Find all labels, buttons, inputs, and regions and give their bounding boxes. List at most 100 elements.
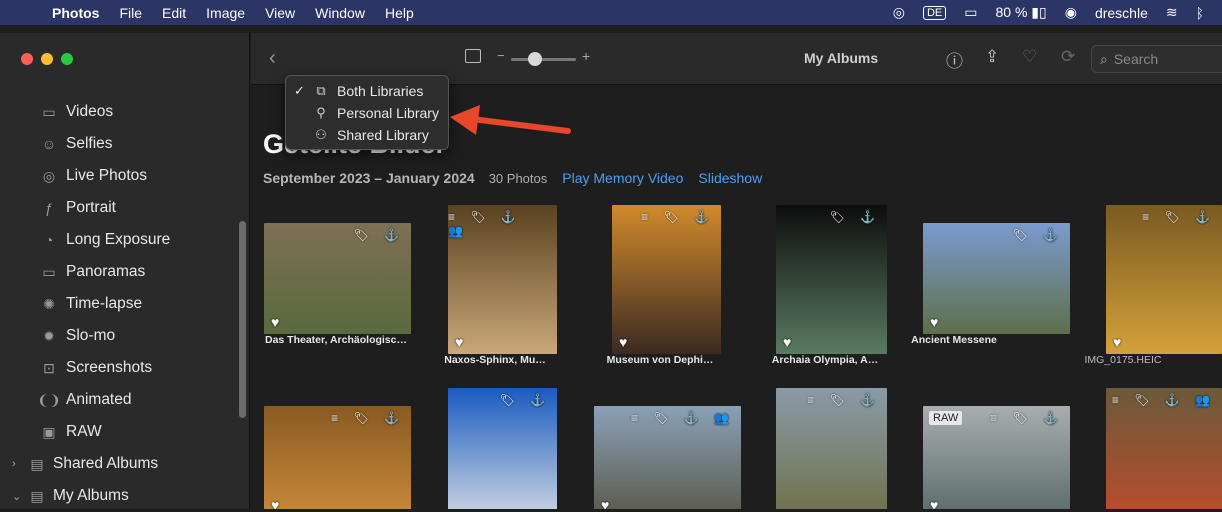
photo-count: 30 Photos xyxy=(488,171,548,186)
raw-icon: ▣ xyxy=(42,423,56,440)
crop-fit-icon[interactable] xyxy=(465,49,481,63)
play-memory-video-link[interactable]: Play Memory Video xyxy=(562,170,683,186)
user-name[interactable]: dreschle xyxy=(1095,5,1148,21)
animated-icon: ❨❩ xyxy=(37,391,61,408)
sidebar: ▭ Videos ☺ Selfies ◎ Live Photos ƒ Portrait … xyxy=(0,33,250,509)
battery-status[interactable]: 80 % ▮▯ xyxy=(995,4,1046,21)
sidebar-item-label: Slo-mo xyxy=(66,327,116,344)
annotation-arrow xyxy=(450,105,571,135)
sidebar-item-selfies[interactable]: ☺ Selfies xyxy=(0,128,240,160)
sidebar-item-videos[interactable]: ▭ Videos xyxy=(0,96,240,128)
sidebar-item-time-lapse[interactable]: ✺ Time-lapse xyxy=(0,288,240,320)
sidebar-item-label: Long Exposure xyxy=(66,231,171,248)
sidebar-item-raw[interactable]: ▣ RAW xyxy=(0,416,240,448)
live-photo-icon: ◎ xyxy=(42,167,56,184)
favorite-heart-icon[interactable]: ♥ xyxy=(783,334,791,350)
rotate-icon[interactable]: ⟳ xyxy=(1061,47,1075,67)
sidebar-item-label: Selfies xyxy=(66,135,113,152)
input-source-indicator[interactable]: DE xyxy=(922,5,947,20)
menu-item-both-libraries[interactable]: ✓ ⧉ Both Libraries xyxy=(286,80,448,102)
slideshow-link[interactable]: Slideshow xyxy=(698,170,762,186)
info-icon[interactable]: ⓘ xyxy=(946,47,963,72)
zoom-in-icon[interactable]: + xyxy=(582,48,590,64)
zoom-slider-track[interactable] xyxy=(511,58,576,61)
favorite-heart-icon[interactable]: ♥ xyxy=(271,497,279,509)
share-icon[interactable]: ⇪ xyxy=(985,47,999,67)
menu-window[interactable]: Window xyxy=(315,5,365,21)
album-subheader: September 2023 – January 2024 30 Photos … xyxy=(263,170,762,186)
photo-badges-icon: 🏷 ⚓ xyxy=(1012,228,1064,242)
date-range: September 2023 – January 2024 xyxy=(263,170,475,186)
panorama-icon: ▭ xyxy=(42,263,56,280)
zoom-button[interactable] xyxy=(61,53,73,65)
minimize-button[interactable] xyxy=(41,53,53,65)
photo-caption: Naxos-Sphinx, Mu… xyxy=(444,354,546,366)
search-field[interactable]: ⌕ Search xyxy=(1091,45,1222,73)
chevron-down-icon[interactable]: ⌄ xyxy=(12,490,21,503)
favorite-heart-icon[interactable]: ♥ xyxy=(601,497,609,509)
photo-thumbnail[interactable]: ≡ 🏷 ⚓ ♥ RAW xyxy=(923,406,1070,509)
bluetooth-icon[interactable]: ᛒ xyxy=(1196,5,1204,21)
airdrop-icon[interactable]: ◉ xyxy=(1065,4,1077,21)
photo-thumbnail[interactable]: 🏷 ⚓♥ xyxy=(264,223,411,334)
favorite-heart-icon[interactable]: ♥ xyxy=(1113,334,1121,350)
menu-item-personal-library[interactable]: ⚲ Personal Library xyxy=(286,102,448,124)
menu-image[interactable]: Image xyxy=(206,5,245,21)
sidebar-scrollbar[interactable] xyxy=(239,221,246,418)
photo-thumbnail[interactable]: ≡ 🏷 ⚓ 👥♥ xyxy=(1106,388,1222,509)
sidebar-item-label: Screenshots xyxy=(66,359,153,376)
focus-icon[interactable]: ◎ xyxy=(893,4,905,21)
sidebar-item-live-photos[interactable]: ◎ Live Photos xyxy=(0,160,240,192)
menu-file[interactable]: File xyxy=(119,5,142,21)
photo-thumbnail[interactable]: 🏷 ⚓♥ xyxy=(776,205,887,354)
sidebar-item-slo-mo[interactable]: ✹ Slo-mo xyxy=(0,320,240,352)
photo-badges-icon: ≡ 🏷 ⚓ 👥 xyxy=(630,411,735,425)
photo-thumbnail[interactable]: ≡ 🏷 ⚓♥ xyxy=(612,205,721,354)
favorite-heart-icon[interactable]: ♥ xyxy=(930,497,938,509)
display-icon[interactable]: ▭ xyxy=(964,4,977,21)
sidebar-item-label: Panoramas xyxy=(66,263,146,280)
photo-thumbnail[interactable]: ≡ 🏷 ⚓ 👥♥ xyxy=(448,205,557,354)
menu-app-photos[interactable]: Photos xyxy=(52,5,99,21)
sidebar-group-my-albums[interactable]: ⌄ ▤ My Albums xyxy=(0,480,240,512)
photo-thumbnail[interactable]: ≡ 🏷 ⚓♥ xyxy=(264,406,411,509)
zoom-slider-knob[interactable] xyxy=(528,52,542,66)
menu-edit[interactable]: Edit xyxy=(162,5,186,21)
menu-help[interactable]: Help xyxy=(385,5,414,21)
sidebar-item-long-exposure[interactable]: ◔ Long Exposure xyxy=(0,224,240,256)
photo-badges-icon: 🏷 ⚓ xyxy=(499,393,551,407)
sidebar-item-screenshots[interactable]: ⊡ Screenshots xyxy=(0,352,240,384)
toolbar-title: My Albums xyxy=(804,50,879,66)
sidebar-item-panoramas[interactable]: ▭ Panoramas xyxy=(0,256,240,288)
sidebar-item-animated[interactable]: ❨❩ Animated xyxy=(0,384,240,416)
menu-item-shared-library[interactable]: ⚇ Shared Library xyxy=(286,124,448,146)
selfie-icon: ☺ xyxy=(41,136,57,152)
sidebar-group-shared-albums[interactable]: › ▤ Shared Albums xyxy=(0,448,240,480)
slomo-icon: ✹ xyxy=(43,327,55,344)
favorite-icon[interactable]: ♡ xyxy=(1022,47,1037,67)
window-controls xyxy=(21,53,73,65)
menu-bar: Photos File Edit Image View Window Help … xyxy=(0,0,1222,25)
photo-thumbnail[interactable]: ≡ 🏷 ⚓♥ xyxy=(776,388,887,509)
battery-percent: 80 % xyxy=(995,4,1028,20)
raw-badge: RAW xyxy=(929,411,963,425)
close-button[interactable] xyxy=(21,53,33,65)
photo-thumbnail[interactable]: ≡ 🏷 ⚓ 👥 ♥ xyxy=(594,406,741,509)
zoom-out-icon[interactable]: − xyxy=(497,48,505,63)
photo-thumbnail[interactable]: 🏷 ⚓♥ xyxy=(448,388,557,509)
sidebar-item-portrait[interactable]: ƒ Portrait xyxy=(0,192,240,224)
photo-thumbnail[interactable]: 🏷 ⚓ ♥ xyxy=(923,223,1070,334)
back-button[interactable]: ‹ xyxy=(269,47,276,70)
menu-view[interactable]: View xyxy=(265,5,295,21)
favorite-heart-icon[interactable]: ♥ xyxy=(619,334,627,350)
screenshot-icon: ⊡ xyxy=(43,359,55,376)
chevron-right-icon[interactable]: › xyxy=(12,458,16,470)
favorite-heart-icon[interactable]: ♥ xyxy=(271,314,279,330)
favorite-heart-icon[interactable]: ♥ xyxy=(455,334,463,350)
sidebar-item-label: Live Photos xyxy=(66,167,147,184)
photo-caption: Ancient Messene xyxy=(911,334,997,346)
photo-thumbnail[interactable]: ≡ 🏷 ⚓♥ xyxy=(1106,205,1222,354)
photo-caption: Archaia Olympia, A… xyxy=(771,354,879,366)
wifi-icon[interactable]: ≋ xyxy=(1166,4,1178,21)
favorite-heart-icon[interactable]: ♥ xyxy=(930,314,938,330)
